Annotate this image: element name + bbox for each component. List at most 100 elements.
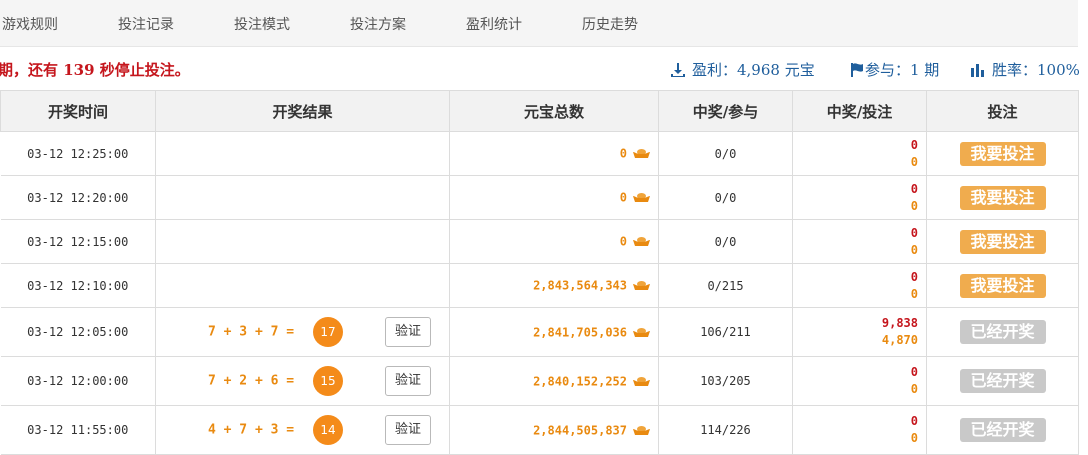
verify-button[interactable]: 验证 xyxy=(385,415,431,445)
drawn-label: 已经开奖 xyxy=(959,369,1046,393)
win-bet: 00 xyxy=(792,131,927,176)
nav-bet-records[interactable]: 投注记录 xyxy=(118,14,174,34)
table-row: 03-12 11:55:00 4 + 7 + 3 = 14 验证 2,844,505,8… xyxy=(0,405,1079,455)
win-participate: 106/211 xyxy=(658,307,793,357)
flag-icon xyxy=(851,62,863,77)
draw-time: 03-12 12:10:00 xyxy=(0,263,156,308)
draw-table: 开奖时间 开奖结果 元宝总数 中奖/参与 中奖/投注 投注 03-12 12:2… xyxy=(0,90,1079,455)
total-ingots: 2,843,564,343 xyxy=(449,263,659,308)
participate-stat: 参与：1 期 xyxy=(850,59,939,80)
top-nav: 游戏规则 投注记录 投注模式 投注方案 盈利统计 历史走势 xyxy=(0,0,1078,47)
win-amount: 9,838 xyxy=(881,316,918,330)
win-bet: 00 xyxy=(792,405,927,455)
bet-amount: 4,870 xyxy=(881,333,918,347)
win-participate: 0/215 xyxy=(658,263,793,308)
result-sum-ball: 15 xyxy=(313,366,343,396)
win-bet: 9,838 4,870 xyxy=(792,307,927,357)
total-ingots-value: 2,844,505,837 xyxy=(533,423,627,438)
winrate-text: 胜率：100% xyxy=(992,61,1080,79)
place-bet-button[interactable]: 我要投注 xyxy=(959,185,1046,210)
nav-bet-plans[interactable]: 投注方案 xyxy=(350,14,406,34)
draw-result xyxy=(155,263,450,308)
win-participate: 103/205 xyxy=(658,356,793,406)
info-bar: 期，还有 139 秒停止投注。 盈利：4,968 元宝 参与：1 期 胜率：10… xyxy=(0,46,1088,90)
ingot-icon xyxy=(633,425,650,435)
total-ingots: 2,841,705,036 xyxy=(449,307,659,357)
bet-amount: 0 xyxy=(910,198,918,213)
verify-button[interactable]: 验证 xyxy=(385,317,431,347)
draw-time: 03-12 12:15:00 xyxy=(0,219,156,264)
draw-result: 7 + 3 + 7 = 17 验证 xyxy=(155,307,450,357)
total-ingots: 0 xyxy=(449,131,659,176)
profit-text: 盈利：4,968 元宝 xyxy=(692,61,815,79)
participate-text: 参与：1 期 xyxy=(865,61,940,79)
bet-amount: 0 xyxy=(910,431,918,445)
nav-history-trend[interactable]: 历史走势 xyxy=(582,14,638,34)
win-participate: 0/0 xyxy=(658,219,793,264)
ingot-icon xyxy=(633,281,650,291)
bet-cell: 我要投注 xyxy=(926,175,1079,220)
bet-cell: 我要投注 xyxy=(926,131,1079,176)
header-bet: 投注 xyxy=(926,90,1079,132)
win-participate: 114/226 xyxy=(658,405,793,455)
place-bet-button[interactable]: 我要投注 xyxy=(959,141,1046,166)
ingot-icon xyxy=(633,376,650,386)
table-row: 03-12 12:25:00 0 0/0 0 0 我要投注 xyxy=(0,131,1079,176)
ingot-icon xyxy=(633,327,650,337)
table-row: 03-12 12:10:00 2,843,564,343 0/215 0 0 我要投注 xyxy=(0,263,1079,308)
table-row: 03-12 12:05:00 7 + 3 + 7 = 17 验证 2,841,705,0… xyxy=(0,307,1079,357)
ingot-icon xyxy=(633,237,650,247)
draw-time: 03-12 12:25:00 xyxy=(0,131,156,176)
nav-game-rules[interactable]: 游戏规则 xyxy=(2,14,58,34)
profit-stat: 盈利：4,968 元宝 xyxy=(670,59,815,80)
total-ingots: 2,840,152,252 xyxy=(449,356,659,406)
draw-time: 03-12 11:55:00 xyxy=(0,405,156,455)
place-bet-button[interactable]: 我要投注 xyxy=(959,229,1046,254)
win-amount: 0 xyxy=(910,225,918,240)
win-bet: 00 xyxy=(792,356,927,406)
place-bet-button[interactable]: 我要投注 xyxy=(959,273,1046,298)
total-ingots-value: 2,843,564,343 xyxy=(533,278,627,293)
header-win-bet: 中奖/投注 xyxy=(792,90,927,132)
total-ingots: 2,844,505,837 xyxy=(449,405,659,455)
total-ingots-value: 0 xyxy=(619,146,627,161)
result-sum-ball: 14 xyxy=(313,415,343,445)
win-amount: 0 xyxy=(910,181,918,196)
bet-cell: 我要投注 xyxy=(926,219,1079,264)
draw-result: 7 + 2 + 6 = 15 验证 xyxy=(155,356,450,406)
win-bet: 00 xyxy=(792,175,927,220)
win-amount: 0 xyxy=(910,365,918,379)
total-ingots: 0 xyxy=(449,175,659,220)
draw-time: 03-12 12:20:00 xyxy=(0,175,156,220)
verify-button[interactable]: 验证 xyxy=(385,366,431,396)
win-bet: 00 xyxy=(792,263,927,308)
total-ingots-value: 2,840,152,252 xyxy=(533,374,627,389)
bet-amount: 0 xyxy=(910,154,918,169)
drawn-label: 已经开奖 xyxy=(959,418,1046,442)
table-header-row: 开奖时间 开奖结果 元宝总数 中奖/参与 中奖/投注 投注 xyxy=(0,90,1079,132)
download-icon xyxy=(671,62,685,77)
win-participate: 0/0 xyxy=(658,131,793,176)
result-formula: 4 + 7 + 3 = xyxy=(208,422,295,438)
winrate-stat: 胜率：100% xyxy=(970,59,1080,80)
draw-result xyxy=(155,175,450,220)
nav-bet-modes[interactable]: 投注模式 xyxy=(234,14,290,34)
total-ingots-value: 0 xyxy=(619,234,627,249)
drawn-label: 已经开奖 xyxy=(959,320,1046,344)
total-ingots: 0 xyxy=(449,219,659,264)
table-row: 03-12 12:20:00 0 0/0 0 0 我要投注 xyxy=(0,175,1079,220)
draw-time: 03-12 12:05:00 xyxy=(0,307,156,357)
bet-cell: 已经开奖 xyxy=(926,356,1079,406)
bet-amount: 0 xyxy=(910,382,918,396)
draw-result xyxy=(155,219,450,264)
total-ingots-value: 2,841,705,036 xyxy=(533,325,627,340)
ingot-icon xyxy=(633,193,650,203)
bet-cell: 已经开奖 xyxy=(926,307,1079,357)
bet-cell: 我要投注 xyxy=(926,263,1079,308)
win-amount: 0 xyxy=(910,414,918,428)
header-draw-result: 开奖结果 xyxy=(155,90,450,132)
header-total-ingots: 元宝总数 xyxy=(449,90,659,132)
result-formula: 7 + 2 + 6 = xyxy=(208,373,295,389)
nav-profit-stats[interactable]: 盈利统计 xyxy=(466,14,522,34)
draw-result: 4 + 7 + 3 = 14 验证 xyxy=(155,405,450,455)
